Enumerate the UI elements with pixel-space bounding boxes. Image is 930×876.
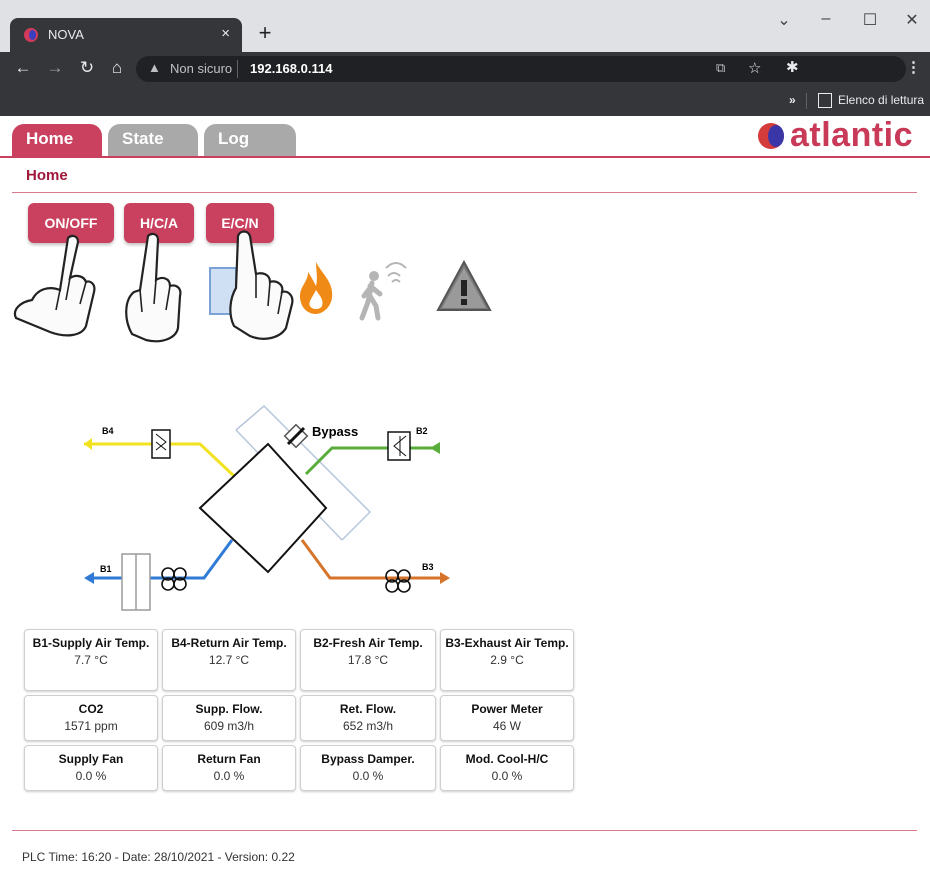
bypass-damper-icon xyxy=(283,423,309,449)
reading-label: B1-Supply Air Temp. xyxy=(32,636,150,650)
footer-divider xyxy=(12,830,917,831)
reading-label: B4-Return Air Temp. xyxy=(171,636,287,650)
reading-cell: Ret. Flow. 652 m3/h xyxy=(300,695,436,741)
reading-cell: B2-Fresh Air Temp. 17.8 °C xyxy=(300,629,436,691)
forward-icon[interactable]: → xyxy=(44,58,66,78)
reading-label: Bypass Damper. xyxy=(321,752,415,766)
back-icon[interactable]: ← xyxy=(12,58,34,78)
warning-triangle-icon: ▲ xyxy=(148,60,161,75)
brand-name: atlantic xyxy=(790,116,914,154)
reading-label: Power Meter xyxy=(471,702,543,716)
reading-cell: Supply Fan 0.0 % xyxy=(24,745,158,791)
home-icon[interactable]: ⌂ xyxy=(106,58,128,78)
fresh-air-duct xyxy=(304,446,434,476)
reading-cell: Mod. Cool-H/C 0.0 % xyxy=(440,745,574,791)
reading-cell: Supp. Flow. 609 m3/h xyxy=(162,695,296,741)
browser-menu-icon[interactable]: ⋮ xyxy=(906,58,921,76)
reading-cell: B4-Return Air Temp. 12.7 °C xyxy=(162,629,296,691)
translate-icon[interactable]: ⧉ xyxy=(716,60,725,76)
url-text[interactable]: 192.168.0.114 xyxy=(250,61,332,76)
reading-cell: CO2 1571 ppm xyxy=(24,695,158,741)
security-label[interactable]: Non sicuro xyxy=(170,61,232,76)
touch-hand-icon-2 xyxy=(125,232,182,343)
reload-icon[interactable]: ↻ xyxy=(76,58,98,78)
reading-label: B2-Fresh Air Temp. xyxy=(313,636,423,650)
reading-list-icon[interactable] xyxy=(818,93,832,108)
tab-search-icon[interactable]: ⌄ xyxy=(764,10,804,30)
reading-label: Return Fan xyxy=(197,752,261,766)
reading-value: 12.7 °C xyxy=(208,653,250,667)
sensor-b1-label: B1 xyxy=(100,564,112,574)
exhaust-air-duct xyxy=(300,539,442,580)
filter-b4-icon xyxy=(151,429,171,459)
sensor-b3-label: B3 xyxy=(422,562,434,572)
address-separator xyxy=(237,60,238,78)
reading-value: 0.0 % xyxy=(491,769,523,783)
bypass-label: Bypass xyxy=(312,424,358,439)
favicon-icon xyxy=(24,28,38,42)
browser-toolbar: ← → ↻ ⌂ ▲ Non sicuro 192.168.0.114 ⧉ ☆ ✱… xyxy=(0,52,930,86)
page-title: Home xyxy=(26,167,68,184)
logo-mark-icon xyxy=(758,123,784,149)
sensor-b4-label: B4 xyxy=(102,426,114,436)
bookmarks-more-icon[interactable]: » xyxy=(789,93,796,107)
exhaust-fan-icon xyxy=(385,569,411,593)
reading-value: 0.0 % xyxy=(75,769,107,783)
reading-label: Ret. Flow. xyxy=(339,702,397,716)
reading-cell: B3-Exhaust Air Temp. 2.9 °C xyxy=(440,629,574,691)
reading-value: 0.0 % xyxy=(213,769,245,783)
reading-value: 0.0 % xyxy=(352,769,384,783)
reading-value: 7.7 °C xyxy=(74,653,108,667)
reading-label: B3-Exhaust Air Temp. xyxy=(445,636,569,650)
reading-value: 652 m3/h xyxy=(342,719,394,733)
minimize-icon[interactable]: – xyxy=(806,10,846,28)
browser-tab-strip: NOVA × + ⌄ – ☐ ✕ xyxy=(0,0,930,52)
plc-status-footer: PLC Time: 16:20 - Date: 28/10/2021 - Ver… xyxy=(22,850,295,864)
reading-value: 609 m3/h xyxy=(203,719,255,733)
tab-log[interactable]: Log xyxy=(204,124,296,156)
reading-value: 2.9 °C xyxy=(490,653,524,667)
bookmarks-separator xyxy=(806,93,807,109)
reading-value: 17.8 °C xyxy=(347,653,389,667)
flame-icon xyxy=(300,262,333,314)
filter-b2-icon xyxy=(387,431,411,461)
new-tab-button[interactable]: + xyxy=(252,20,278,46)
reading-list-link[interactable]: Elenco di lettura xyxy=(838,93,924,107)
maximize-icon[interactable]: ☐ xyxy=(850,10,890,30)
tab-home[interactable]: Home xyxy=(12,124,102,156)
reading-cell: Bypass Damper. 0.0 % xyxy=(300,745,436,791)
reading-label: Supply Fan xyxy=(58,752,124,766)
reading-value: 46 W xyxy=(492,719,521,733)
sensor-b2-label: B2 xyxy=(416,426,428,436)
touch-hand-icon xyxy=(13,234,96,337)
presence-icon xyxy=(359,262,407,321)
bookmark-star-icon[interactable]: ☆ xyxy=(748,59,761,77)
reading-label: Mod. Cool-H/C xyxy=(465,752,549,766)
hvac-diagram: B4 B2 B1 B3 Bypass xyxy=(84,404,450,611)
tab-underline xyxy=(0,156,930,158)
reading-value: 1571 ppm xyxy=(64,719,118,733)
browser-tab[interactable]: NOVA × xyxy=(10,18,242,52)
touch-hand-icon-3 xyxy=(229,230,294,340)
window-close-icon[interactable]: ✕ xyxy=(892,10,930,30)
reading-cell: Power Meter 46 W xyxy=(440,695,574,741)
reading-cell: Return Fan 0.0 % xyxy=(162,745,296,791)
divider xyxy=(12,192,917,193)
extensions-puzzle-icon[interactable]: ✱ xyxy=(786,58,799,76)
tab-state[interactable]: State xyxy=(108,124,198,156)
reading-label: Supp. Flow. xyxy=(195,702,263,716)
reading-cell: B1-Supply Air Temp. 7.7 °C xyxy=(24,629,158,691)
tab-close-icon[interactable]: × xyxy=(221,25,230,42)
bookmarks-bar: » Elenco di lettura xyxy=(0,86,930,116)
warning-icon xyxy=(436,259,492,311)
browser-tab-title: NOVA xyxy=(48,27,84,42)
reading-label: CO2 xyxy=(78,702,104,716)
atlantic-logo: atlantic xyxy=(758,116,930,156)
